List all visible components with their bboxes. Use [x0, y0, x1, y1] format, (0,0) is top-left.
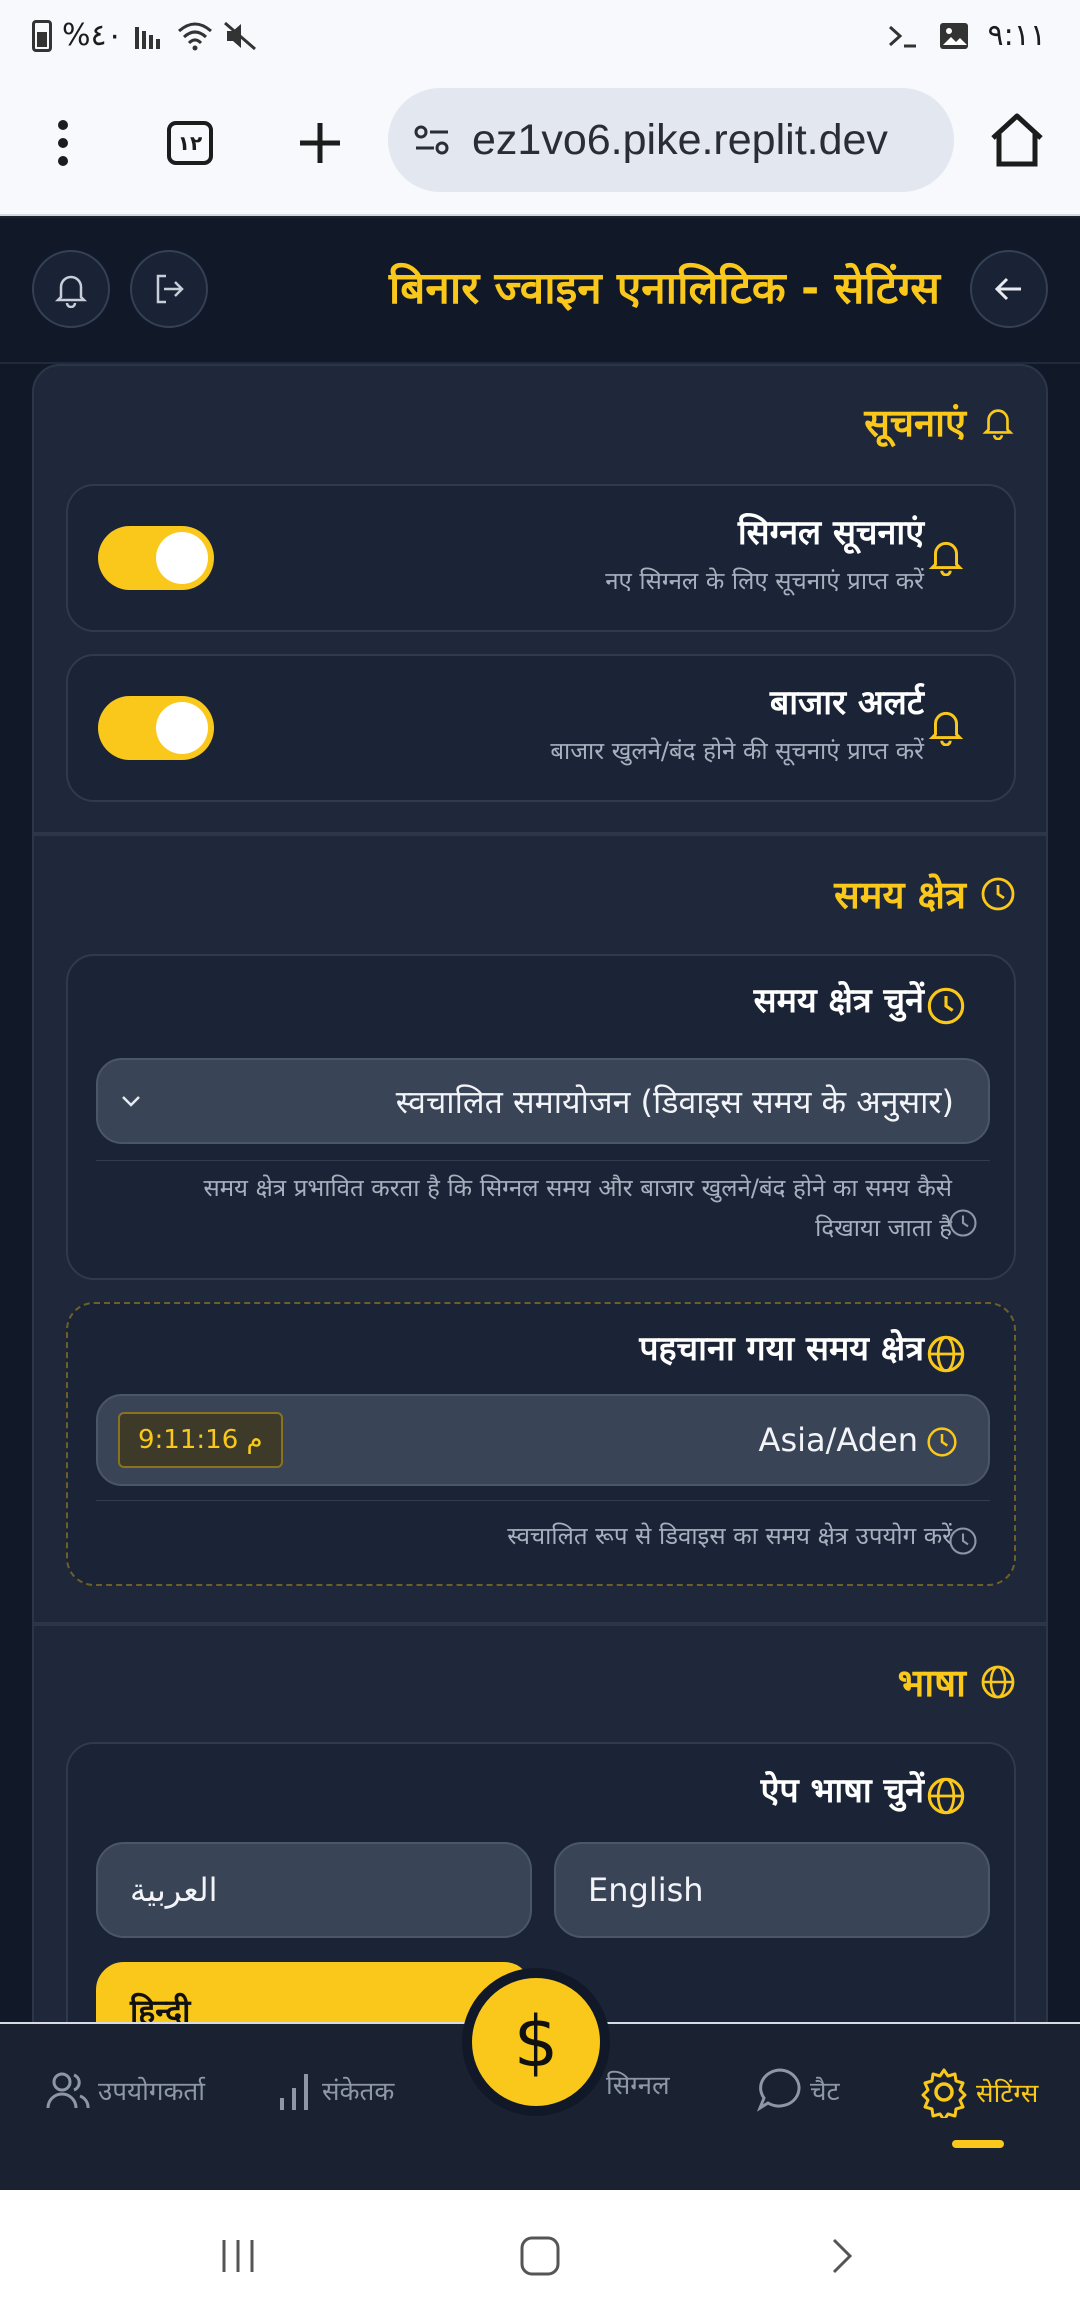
notifications-section-title: सूचनाएं: [864, 396, 1016, 448]
detected-timezone-card: पहचाना गया समय क्षेत्र Asia/Aden 9:11:16…: [66, 1302, 1016, 1586]
timezone-select[interactable]: स्वचालित समायोजन (डिवाइस समय के अनुसार): [96, 1058, 990, 1144]
language-option-arabic[interactable]: العربية: [96, 1842, 532, 1938]
users-icon: [46, 2072, 90, 2109]
terminal-icon: [888, 25, 916, 47]
status-bar: %٤٠ ٩:١١: [0, 0, 1080, 78]
back-button[interactable]: [970, 250, 1048, 328]
timezone-note: समय क्षेत्र प्रभावित करता है कि सिग्नल स…: [203, 1168, 952, 1248]
nav-item-users[interactable]: उपयोगकर्ता: [44, 2066, 205, 2114]
detected-timezone-title: पहचाना गया समय क्षेत्र: [639, 1329, 924, 1369]
detected-timezone-name: Asia/Aden: [758, 1421, 918, 1459]
battery-icon: [32, 19, 52, 52]
timezone-note-line1: समय क्षेत्र प्रभावित करता है कि सिग्नल स…: [203, 1174, 952, 1202]
nav-label: चैट: [810, 2077, 840, 2107]
market-alert-card: बाजार अलर्ट बाजार खुलने/बंद होने की सूचन…: [66, 654, 1016, 802]
back-nav-icon[interactable]: [812, 2226, 872, 2286]
nav-label: सिग्नल: [606, 2071, 670, 2101]
bell-icon: [928, 711, 964, 746]
gallery-icon: [939, 22, 968, 49]
language-option-english[interactable]: English: [554, 1842, 990, 1938]
detected-timezone-note: स्वचालित रूप से डिवाइस का समय क्षेत्र उप…: [507, 1522, 952, 1550]
language-section: भाषा ऐप भाषा चुनें العربية English हिन्द…: [32, 1624, 1048, 2022]
logout-button[interactable]: [130, 250, 208, 328]
browser-menu-icon[interactable]: [28, 108, 98, 178]
nav-item-signals[interactable]: सिग्नल: [606, 2066, 670, 2102]
clock: ٩:١١: [987, 18, 1046, 53]
bell-icon: [928, 541, 964, 576]
detected-timezone-box: Asia/Aden 9:11:16 م: [96, 1394, 990, 1486]
bars-icon: [280, 2074, 308, 2110]
clock-icon: [927, 1427, 957, 1457]
language-select-title: ऐप भाषा चुनें: [760, 1771, 924, 1811]
clock-icon: [949, 1209, 977, 1237]
tabs-button[interactable]: ١٢: [155, 108, 225, 178]
timezone-select-card: समय क्षेत्र चुनें स्वचालित समायोजन (डिवा…: [66, 954, 1016, 1280]
wifi-icon: [177, 22, 212, 50]
settings-content[interactable]: सूचनाएं सिग्नल सूचनाएं नए सिग्नल के लिए …: [0, 364, 1080, 2022]
market-alert-toggle[interactable]: [98, 696, 214, 760]
bell-icon: [982, 409, 1014, 440]
chevron-down-icon: [122, 1096, 140, 1107]
section-title-text: भाषा: [897, 1661, 966, 1705]
signals-fab-button[interactable]: $: [462, 1968, 610, 2116]
nav-item-chat[interactable]: चैट: [756, 2066, 840, 2114]
nav-label: संकेतक: [322, 2077, 395, 2107]
nav-item-indicators[interactable]: संकेतक: [276, 2066, 394, 2114]
market-alert-subtitle: बाजार खुलने/बंद होने की सूचनाएं प्राप्त …: [550, 737, 924, 765]
logout-icon: [156, 274, 184, 304]
globe-icon: [927, 1777, 965, 1815]
nav-label: उपयोगकर्ता: [98, 2077, 205, 2107]
gear-icon: [921, 2068, 967, 2118]
dollar-icon: $: [513, 2001, 559, 2083]
section-title-text: सूचनाएं: [864, 401, 966, 445]
timezone-select-title: समय क्षेत्र चुनें: [753, 981, 924, 1021]
nav-label: सेटिंग्स: [976, 2079, 1039, 2109]
app-header: बिनार ज्वाइन एनालिटिक - सेटिंग्स: [0, 218, 1080, 364]
notifications-section: सूचनाएं सिग्नल सूचनाएं नए सिग्नल के लिए …: [32, 364, 1048, 834]
timezone-selected-value: स्वचालित समायोजन (डिवाइस समय के अनुसार): [395, 1082, 954, 1121]
chat-icon: [756, 2068, 801, 2112]
mute-icon: [223, 21, 256, 50]
signal-notifications-subtitle: नए सिग्नल के लिए सूचनाएं प्राप्त करें: [605, 567, 924, 595]
globe-icon: [981, 1665, 1015, 1699]
battery-percent: %٤٠: [62, 18, 123, 53]
site-settings-icon[interactable]: [412, 120, 452, 160]
url-text: ez1vo6.pike.replit.dev: [472, 115, 888, 164]
status-right: ٩:١١: [886, 18, 1046, 53]
bell-icon: [54, 275, 88, 308]
divider: [96, 1160, 990, 1161]
system-navigation-bar: [0, 2190, 1080, 2316]
page-title: बिनार ज्वाइन एनालिटिक - सेटिंग्स: [388, 263, 940, 314]
timezone-section-title: समय क्षेत्र: [834, 868, 1016, 920]
status-left: %٤٠: [32, 18, 257, 53]
clock-icon: [927, 987, 965, 1025]
timezone-note-line2: दिखाया जाता है: [815, 1214, 952, 1242]
market-alert-title: बाजार अलर्ट: [769, 683, 924, 723]
recent-apps-icon[interactable]: [208, 2226, 268, 2286]
address-bar[interactable]: ez1vo6.pike.replit.dev: [388, 88, 954, 192]
clock-icon: [981, 877, 1015, 911]
timezone-section: समय क्षेत्र समय क्षेत्र चुनें स्वचालित स…: [32, 834, 1048, 1624]
signal-notifications-title: सिग्नल सूचनाएं: [737, 513, 924, 553]
language-section-title: भाषा: [898, 1656, 1016, 1708]
home-icon[interactable]: [985, 108, 1049, 172]
tab-count: ١٢: [167, 121, 213, 165]
signal-notifications-toggle[interactable]: [98, 526, 214, 590]
notifications-button[interactable]: [32, 250, 110, 328]
signal-icon: [134, 26, 160, 49]
nav-item-settings[interactable]: सेटिंग्स: [918, 2066, 1038, 2118]
active-tab-indicator: [952, 2140, 1004, 2148]
section-title-text: समय क्षेत्र: [834, 873, 966, 917]
home-nav-icon[interactable]: [510, 2226, 570, 2286]
new-tab-icon[interactable]: [285, 108, 355, 178]
clock-icon: [949, 1527, 977, 1555]
signal-notifications-card: सिग्नल सूचनाएं नए सिग्नल के लिए सूचनाएं …: [66, 484, 1016, 632]
divider: [96, 1500, 990, 1501]
detected-time-badge: 9:11:16 م: [118, 1412, 283, 1468]
arrow-left-icon: [994, 277, 1021, 301]
globe-icon: [927, 1335, 965, 1373]
